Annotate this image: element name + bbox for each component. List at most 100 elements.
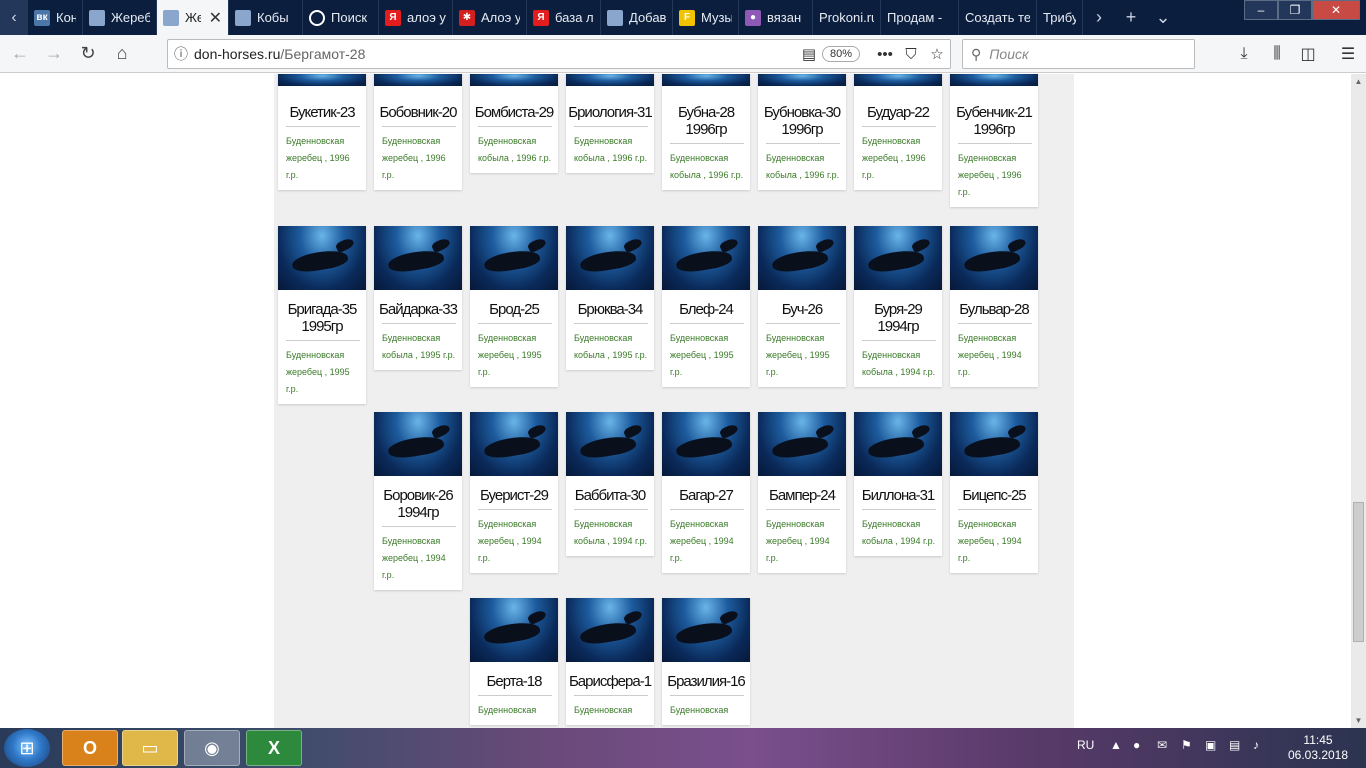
horse-photo[interactable]: [854, 412, 942, 476]
horse-card[interactable]: Буерист-29 Буденновская жеребец , 1994 г.…: [470, 412, 558, 573]
horse-photo[interactable]: [374, 74, 462, 86]
tab[interactable]: Продам -: [881, 0, 959, 35]
horse-photo[interactable]: [758, 226, 846, 290]
mail-icon[interactable]: ✉: [1157, 738, 1167, 752]
horse-card[interactable]: Бицепс-25 Буденновская жеребец , 1994 г.р…: [950, 412, 1038, 573]
horse-photo[interactable]: [566, 74, 654, 86]
new-tab-button[interactable]: +: [1115, 0, 1147, 35]
tab[interactable]: Ябаза л: [527, 0, 601, 35]
language-indicator[interactable]: RU: [1077, 738, 1094, 752]
forward-button[interactable]: →: [38, 39, 70, 69]
horse-name[interactable]: Байдарка-33: [374, 290, 462, 318]
horse-photo[interactable]: [470, 412, 558, 476]
horse-name[interactable]: Бобовник-20: [374, 86, 462, 121]
horse-photo[interactable]: [854, 74, 942, 86]
tab-list-dropdown-icon[interactable]: ⌄: [1147, 0, 1179, 35]
horse-card[interactable]: Бампер-24 Буденновская жеребец , 1994 г.р…: [758, 412, 846, 573]
tab-scroll-right-button[interactable]: ›: [1083, 0, 1115, 35]
horse-card[interactable]: Биллона-31 Буденновская кобыла , 1994 г.р…: [854, 412, 942, 556]
tray-app-icon[interactable]: ●: [1133, 738, 1140, 752]
tab[interactable]: ● вязан: [739, 0, 813, 35]
tab[interactable]: F Музы: [673, 0, 739, 35]
tab[interactable]: Добав: [601, 0, 673, 35]
horse-card[interactable]: Бубна-28 1996гр Буденновская кобыла , 1996…: [662, 74, 750, 190]
horse-name-year[interactable]: 1994гр: [854, 318, 942, 335]
horse-name[interactable]: Бразилия-16: [662, 662, 750, 690]
horse-photo[interactable]: [278, 226, 366, 290]
horse-photo[interactable]: [566, 412, 654, 476]
horse-name[interactable]: Берта-18: [470, 662, 558, 690]
outlook-taskbar-icon[interactable]: O: [62, 730, 118, 766]
horse-card[interactable]: Байдарка-33 Буденновская кобыла , 1995 г.…: [374, 226, 462, 370]
horse-name-year[interactable]: 1994гр: [374, 504, 462, 521]
horse-name[interactable]: Бриология-31: [566, 86, 654, 121]
pocket-icon[interactable]: ⛉: [898, 46, 924, 63]
horse-photo[interactable]: [278, 74, 366, 86]
horse-name-year[interactable]: 1996гр: [758, 121, 846, 138]
horse-card[interactable]: Бубновка-30 1996гр Буденновская кобыла , 1…: [758, 74, 846, 190]
horse-card[interactable]: Бубенчик-21 1996гр Буденновская жеребец , …: [950, 74, 1038, 207]
bookmark-star-icon[interactable]: ☆: [924, 45, 950, 63]
horse-card[interactable]: Буч-26 Буденновская жеребец , 1995 г.р.: [758, 226, 846, 387]
horse-card[interactable]: Бобовник-20 Буденновская жеребец , 1996 г…: [374, 74, 462, 190]
horse-card[interactable]: Букетик-23 Буденновская жеребец , 1996 г.…: [278, 74, 366, 190]
reader-view-icon[interactable]: ▤: [796, 45, 822, 63]
horse-photo[interactable]: [566, 226, 654, 290]
horse-name-year[interactable]: 1995гр: [278, 318, 366, 335]
horse-photo[interactable]: [662, 74, 750, 86]
horse-photo[interactable]: [374, 412, 462, 476]
site-info-icon[interactable]: ⓘ: [168, 44, 194, 64]
horse-name[interactable]: Бампер-24: [758, 476, 846, 504]
tray-device-icon[interactable]: ▣: [1205, 738, 1216, 752]
horse-name[interactable]: Бубновка-30: [758, 86, 846, 121]
horse-photo[interactable]: [662, 412, 750, 476]
tab[interactable]: Создать те: [959, 0, 1037, 35]
url-text[interactable]: don-horses.ru/Бергамот-28: [194, 46, 796, 62]
back-button[interactable]: ←: [4, 39, 36, 69]
minimize-button[interactable]: –: [1244, 0, 1278, 20]
url-bar[interactable]: ⓘ don-horses.ru/Бергамот-28 ▤ 80% ••• ⛉ …: [167, 39, 951, 69]
reload-button[interactable]: ↻: [72, 39, 104, 69]
horse-card[interactable]: Боровик-26 1994гр Буденновская жеребец , 1…: [374, 412, 462, 590]
horse-photo[interactable]: [950, 74, 1038, 86]
horse-name[interactable]: Бубенчик-21: [950, 86, 1038, 121]
horse-card[interactable]: Баббита-30 Буденновская кобыла , 1994 г.р…: [566, 412, 654, 556]
horse-photo[interactable]: [758, 74, 846, 86]
horse-name[interactable]: Буерист-29: [470, 476, 558, 504]
sidebar-icon[interactable]: ◫: [1293, 39, 1323, 69]
close-window-button[interactable]: ✕: [1312, 0, 1360, 20]
horse-card[interactable]: Багар-27 Буденновская жеребец , 1994 г.р.: [662, 412, 750, 573]
horse-name[interactable]: Биллона-31: [854, 476, 942, 504]
network-icon[interactable]: ▤: [1229, 738, 1240, 752]
volume-icon[interactable]: ♪: [1253, 738, 1259, 752]
close-tab-icon[interactable]: ✕: [209, 8, 222, 28]
horse-photo[interactable]: [374, 226, 462, 290]
scroll-down-arrow-icon[interactable]: ▼: [1351, 713, 1366, 728]
horse-name[interactable]: Бомбиста-29: [470, 86, 558, 121]
horse-card[interactable]: Бриология-31 Буденновская кобыла , 1996 г…: [566, 74, 654, 173]
tab[interactable]: Кобы: [229, 0, 303, 35]
horse-name[interactable]: Баббита-30: [566, 476, 654, 504]
start-button[interactable]: ⊞: [4, 729, 50, 767]
page-actions-icon[interactable]: •••: [872, 46, 898, 63]
horse-photo[interactable]: [950, 226, 1038, 290]
tray-up-arrow-icon[interactable]: ▲: [1110, 738, 1122, 752]
horse-card[interactable]: Брод-25 Буденновская жеребец , 1995 г.р.: [470, 226, 558, 387]
horse-name[interactable]: Бульвар-28: [950, 290, 1038, 318]
excel-taskbar-icon[interactable]: X: [246, 730, 302, 766]
horse-card[interactable]: Берта-18 Буденновская: [470, 598, 558, 725]
horse-name[interactable]: Букетик-23: [278, 86, 366, 121]
horse-card[interactable]: Буря-29 1994гр Буденновская кобыла , 1994 …: [854, 226, 942, 387]
tab[interactable]: ✱ Алоэ у: [453, 0, 527, 35]
horse-card[interactable]: Бульвар-28 Буденновская жеребец , 1994 г.…: [950, 226, 1038, 387]
downloads-icon[interactable]: ⤓: [1229, 39, 1259, 69]
tab[interactable]: Поиск: [303, 0, 379, 35]
horse-name[interactable]: Брюква-34: [566, 290, 654, 318]
firefox-taskbar-icon[interactable]: ◉: [184, 730, 240, 766]
tab[interactable]: Трибу: [1037, 0, 1083, 35]
scroll-up-arrow-icon[interactable]: ▲: [1351, 74, 1366, 89]
horse-name[interactable]: Брод-25: [470, 290, 558, 318]
horse-name-year[interactable]: 1996гр: [662, 121, 750, 138]
horse-photo[interactable]: [950, 412, 1038, 476]
flag-icon[interactable]: ⚑: [1181, 738, 1192, 752]
